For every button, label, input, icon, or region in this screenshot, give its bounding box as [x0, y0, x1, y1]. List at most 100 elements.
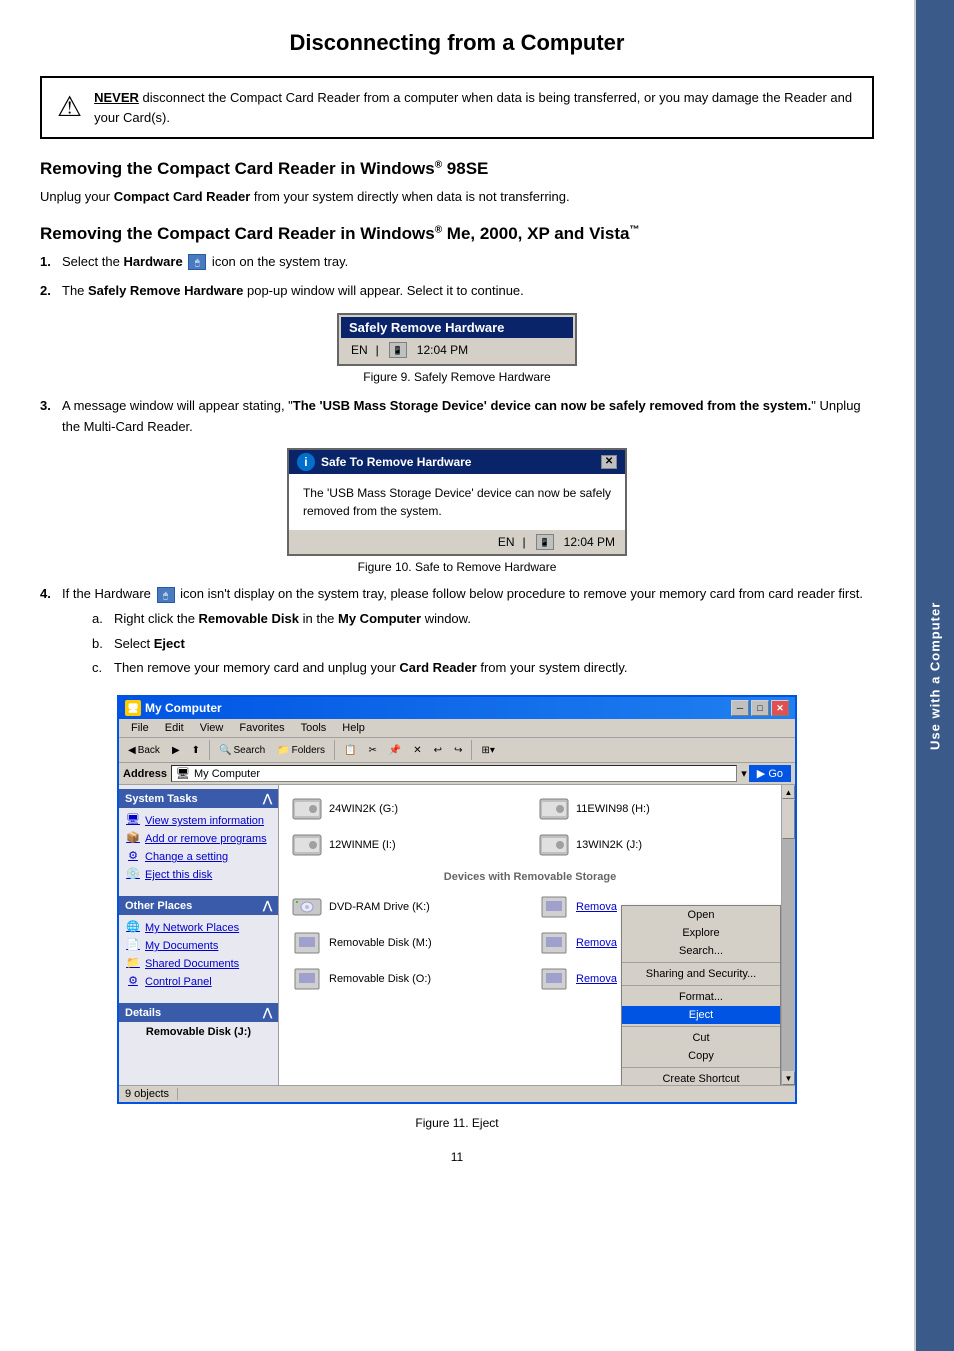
- figure9-container: My Computer Safely Remove Hardware EN | …: [40, 313, 874, 384]
- tb-folders-button[interactable]: 📁 Folders: [272, 743, 330, 758]
- sub-step-c: c. Then remove your memory card and unpl…: [92, 658, 863, 679]
- drive-item-h[interactable]: 11EWIN98 (H:): [534, 793, 773, 825]
- hdd-icon-g: [291, 795, 323, 823]
- drive-item-m[interactable]: Removable Disk (M:): [287, 927, 526, 959]
- tb-views-button[interactable]: ⊞▾: [476, 743, 499, 758]
- step-1-text: Select the Hardware 🖱 icon on the system…: [62, 252, 348, 273]
- scroll-down-button[interactable]: ▼: [782, 1071, 795, 1085]
- section1-heading: Removing the Compact Card Reader in Wind…: [40, 159, 874, 179]
- win-close-button[interactable]: ✕: [771, 700, 789, 716]
- sidebar-link-controlpanel[interactable]: ⚙ Control Panel: [125, 973, 272, 991]
- step-3-num: 3.: [40, 396, 56, 417]
- address-go-area: ▾ ▶ Go: [741, 765, 791, 782]
- win-status-bar: 9 objects: [119, 1085, 795, 1102]
- menu-edit[interactable]: Edit: [157, 720, 192, 736]
- step-4: 4. If the Hardware 🖱 icon isn't display …: [40, 584, 874, 683]
- win-titlebar-left: 🖥 My Computer: [125, 700, 222, 716]
- menu-tools[interactable]: Tools: [293, 720, 335, 736]
- step4-hw-icon: 🖱: [157, 587, 175, 603]
- drive-m-label: Removable Disk (M:): [329, 937, 432, 949]
- drive-item-k[interactable]: DVD-RAM Drive (K:): [287, 891, 526, 923]
- scroll-up-button[interactable]: ▲: [782, 785, 795, 799]
- ctx-explore[interactable]: Explore: [622, 924, 780, 942]
- menu-favorites[interactable]: Favorites: [231, 720, 292, 736]
- go-button[interactable]: ▶ Go: [749, 765, 791, 782]
- sidebar-other-places-header[interactable]: Other Places ⋀: [119, 896, 278, 915]
- address-field[interactable]: 🖥 My Computer: [171, 765, 737, 782]
- win-addressbar: Address 🖥 My Computer ▾ ▶ Go: [119, 763, 795, 785]
- drive-item-o[interactable]: Removable Disk (O:): [287, 963, 526, 995]
- figure9-time: 12:04 PM: [417, 343, 468, 357]
- drive-item-j[interactable]: 13WIN2K (J:): [534, 829, 773, 861]
- drive-i-label: 12WINME (I:): [329, 839, 396, 851]
- step-4-num: 4.: [40, 584, 56, 605]
- section2-heading: Removing the Compact Card Reader in Wind…: [40, 224, 874, 244]
- removable-icon-2: [538, 929, 570, 957]
- sidebar-link-add-remove[interactable]: 📦 Add or remove programs: [125, 830, 272, 848]
- tb-up-button[interactable]: ⬆: [187, 743, 205, 758]
- eject-disk-icon: 💿: [125, 867, 141, 883]
- ctx-open[interactable]: Open: [622, 906, 780, 924]
- step-1-num: 1.: [40, 252, 56, 273]
- sidebar-link-view-system[interactable]: 🖥 View system information: [125, 812, 272, 830]
- view-system-icon: 🖥: [125, 813, 141, 829]
- figure11-container: 🖥 My Computer ─ □ ✕ File Edit View Favor…: [40, 695, 874, 1130]
- other-places-label: Other Places: [125, 900, 192, 912]
- sidebar-link-mydocs[interactable]: 📄 My Documents: [125, 937, 272, 955]
- figure10-hw-icon: 📱: [536, 534, 554, 550]
- win-minimize-button[interactable]: ─: [731, 700, 749, 716]
- warning-never: NEVER: [94, 90, 139, 105]
- ctx-create-shortcut[interactable]: Create Shortcut: [622, 1070, 780, 1085]
- tb-back-button[interactable]: ◀ Back: [123, 743, 165, 758]
- mycomputer-window: 🖥 My Computer ─ □ ✕ File Edit View Favor…: [117, 695, 797, 1104]
- figure9-en: EN: [351, 343, 368, 357]
- ctx-eject[interactable]: Eject: [622, 1006, 780, 1024]
- tb-up-icon: ⬆: [192, 745, 200, 756]
- scroll-thumb[interactable]: [782, 799, 795, 839]
- removable3-label: Remova: [576, 973, 617, 985]
- ctx-format[interactable]: Format...: [622, 988, 780, 1006]
- tb-search-button[interactable]: 🔍 Search: [214, 743, 270, 758]
- drive-item-i[interactable]: 12WINME (I:): [287, 829, 526, 861]
- tb-redo-button[interactable]: ↪: [449, 743, 467, 758]
- ctx-sharing[interactable]: Sharing and Security...: [622, 965, 780, 983]
- sidebar-system-tasks-header[interactable]: System Tasks ⋀: [119, 789, 278, 808]
- sidebar-details-header[interactable]: Details ⋀: [119, 1003, 278, 1022]
- figure11-caption: Figure 11. Eject: [40, 1116, 874, 1130]
- tb-undo-button[interactable]: ↩: [429, 743, 447, 758]
- menu-view[interactable]: View: [192, 720, 232, 736]
- tb-paste-button[interactable]: 📌: [384, 743, 406, 758]
- win-restore-button[interactable]: □: [751, 700, 769, 716]
- sidebar-link-network[interactable]: 🌐 My Network Places: [125, 919, 272, 937]
- win-scrollbar[interactable]: ▲ ▼: [781, 785, 795, 1085]
- figure10-sep: |: [523, 535, 526, 549]
- side-tab-label: Use with a Computer: [928, 601, 943, 749]
- step-4-text: If the Hardware 🖱 icon isn't display on …: [62, 584, 863, 683]
- sub-step-c-label: c.: [92, 658, 108, 679]
- ctx-copy[interactable]: Copy: [622, 1047, 780, 1065]
- addr-dropdown[interactable]: ▾: [741, 767, 747, 780]
- win-body: System Tasks ⋀ 🖥 View system information…: [119, 785, 795, 1085]
- figure10-en: EN: [498, 535, 515, 549]
- details-collapse-icon: ⋀: [263, 1006, 272, 1019]
- menu-file[interactable]: File: [123, 720, 157, 736]
- tb-copy-button[interactable]: 📋: [339, 743, 361, 758]
- ctx-cut[interactable]: Cut: [622, 1029, 780, 1047]
- sidebar-link-shared[interactable]: 📁 Shared Documents: [125, 955, 272, 973]
- popup-close-button[interactable]: ✕: [601, 455, 617, 469]
- ctx-search[interactable]: Search...: [622, 942, 780, 960]
- shared-label: Shared Documents: [145, 958, 239, 970]
- warning-box: ⚠ NEVER disconnect the Compact Card Read…: [40, 76, 874, 139]
- menu-help[interactable]: Help: [334, 720, 373, 736]
- tb-cut-button[interactable]: ✂: [363, 743, 381, 758]
- drive-k-label: DVD-RAM Drive (K:): [329, 901, 430, 913]
- tb-forward-button[interactable]: ▶: [167, 743, 185, 758]
- view-system-label: View system information: [145, 815, 264, 827]
- tb-delete-button[interactable]: ✕: [408, 743, 426, 758]
- win-title-text: My Computer: [145, 701, 222, 715]
- steps-list: 1. Select the Hardware 🖱 icon on the sys…: [40, 252, 874, 302]
- drive-item-g[interactable]: 24WIN2K (G:): [287, 793, 526, 825]
- sidebar-link-change-setting[interactable]: ⚙ Change a setting: [125, 848, 272, 866]
- sidebar-link-eject-disk[interactable]: 💿 Eject this disk: [125, 866, 272, 884]
- step4-list: 4. If the Hardware 🖱 icon isn't display …: [40, 584, 874, 683]
